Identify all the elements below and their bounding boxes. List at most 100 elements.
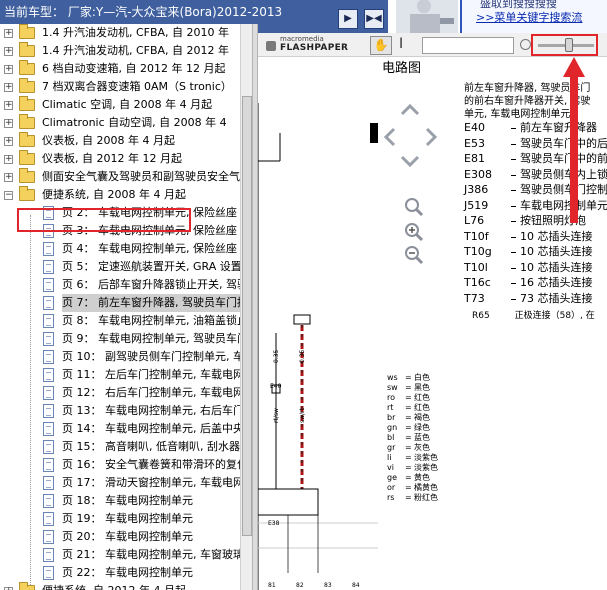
color-name: 蓝色 <box>414 433 430 442</box>
tree-page-item[interactable]: 页 22： 车载电网控制单元 <box>0 564 240 582</box>
tree-page-item[interactable]: 页 16： 安全气囊卷簧和带滑环的复位 <box>0 456 240 474</box>
tree-item-label: 页 6： 后部车窗升降器锁止开关, 驾驶 <box>62 278 240 291</box>
page-icon <box>43 242 54 256</box>
legend-desc: 10 芯插头连接 <box>511 260 593 274</box>
equals-sign: = <box>405 473 412 482</box>
tree-folder-item[interactable]: +1.4 升汽油发动机, CFBA, 自 2010 年 <box>0 24 240 42</box>
tree-item-label: 侧面安全气囊及驾驶员和副驾驶员安全气 <box>42 170 240 183</box>
zoom-out-icon[interactable] <box>520 39 531 50</box>
menu-keyword-search-link[interactable]: >>菜单关键字搜索流 <box>476 9 582 25</box>
zoom-fit-icon[interactable] <box>404 197 424 217</box>
expand-icon[interactable]: + <box>4 101 13 110</box>
tree-page-item[interactable]: 页 8： 车载电网控制单元, 油箱盖锁止 <box>0 312 240 330</box>
search-promo-panel: 盛取到搜搜搜搜 >>菜单关键字搜索流 <box>460 0 607 33</box>
tree-page-item[interactable]: 页 14： 车载电网控制单元, 后盖中央 <box>0 420 240 438</box>
tree-page-item[interactable]: 页 6： 后部车窗升降器锁止开关, 驾驶 <box>0 276 240 294</box>
tree-item-label: 便捷系统, 自 2008 年 4 月起 <box>42 188 186 201</box>
tree-item-label: 页 11： 左后车门控制单元, 车载电网 <box>62 368 240 381</box>
tree-item-label: 页 8： 车载电网控制单元, 油箱盖锁止 <box>62 314 240 327</box>
tree-folder-item[interactable]: + Climatic 空调, 自 2008 年 4 月起 <box>0 96 240 114</box>
tree-folder-item[interactable]: − 便捷系统, 自 2008 年 4 月起 <box>0 186 240 204</box>
tree-page-item[interactable]: 页 15： 高音喇叭, 低音喇叭, 刮水器 <box>0 438 240 456</box>
folder-icon <box>19 42 35 57</box>
expand-icon[interactable]: + <box>4 119 13 128</box>
tree-folder-item[interactable]: +1.4 升汽油发动机, CFBA, 自 2012 年 <box>0 42 240 60</box>
expand-icon[interactable]: + <box>4 137 13 146</box>
folder-icon <box>19 78 35 93</box>
wire-left-label: 0.35 <box>273 349 280 363</box>
page-number-input[interactable] <box>422 37 514 54</box>
split-view-button[interactable]: ▶◀ <box>364 9 384 29</box>
tree-page-item[interactable]: 页 17： 滑动天窗控制单元, 车载电网 <box>0 474 240 492</box>
tree-page-item[interactable]: 页 18： 车载电网控制单元 <box>0 492 240 510</box>
equals-sign: = <box>405 423 412 432</box>
tree-item-label: 6 档自动变速箱, 自 2012 年 12 月起 <box>42 62 226 75</box>
folder-icon <box>19 96 35 111</box>
legend-intro-line: 单元, 车载电网控制单元 <box>464 109 571 120</box>
expand-icon[interactable]: + <box>4 47 13 56</box>
pan-left-icon[interactable] <box>378 125 402 149</box>
expand-icon[interactable]: + <box>4 173 13 182</box>
text-select-icon[interactable]: I <box>399 36 403 52</box>
color-code: rs <box>387 493 395 502</box>
tree-page-item[interactable]: 页 4： 车载电网控制单元, 保险丝座 <box>0 240 240 258</box>
tree-page-item[interactable]: 页 9： 车载电网控制单元, 驾驶员车门 <box>0 330 240 348</box>
tree-page-item[interactable]: 页 13： 车载电网控制单元, 右后车门 <box>0 402 240 420</box>
tree-scrollbar[interactable] <box>240 24 252 590</box>
tree-folder-item[interactable]: +便捷系统, 自 2012 年 4 月起 <box>0 582 240 590</box>
tree-folder-item[interactable]: + 仪表板, 自 2012 年 12 月起 <box>0 150 240 168</box>
expand-icon[interactable]: + <box>4 65 13 74</box>
page-icon <box>43 278 54 292</box>
tree-page-item[interactable]: 页 10： 副驾驶员侧车门控制单元, 车 <box>0 348 240 366</box>
tree-page-item[interactable]: 页 12： 右后车门控制单元, 车载电网 <box>0 384 240 402</box>
legend-code: J386 <box>464 183 489 196</box>
pan-up-icon[interactable] <box>398 98 422 122</box>
expand-icon[interactable]: + <box>4 83 13 92</box>
equals-sign: = <box>405 483 412 492</box>
tree-folder-item[interactable]: +6 档自动变速箱, 自 2012 年 12 月起 <box>0 60 240 78</box>
zoom-out-magnifier-icon[interactable] <box>404 245 424 265</box>
tree-page-item[interactable]: 页 7： 前左车窗升降器, 驾驶员车门控 <box>0 294 240 312</box>
tree-folder-item[interactable]: + 仪表板, 自 2008 年 4 月起 <box>0 132 240 150</box>
tree-page-item[interactable]: 页 11： 左后车门控制单元, 车载电网 <box>0 366 240 384</box>
color-name: 褐色 <box>414 413 430 422</box>
bottom-label-2: 81 <box>268 582 276 589</box>
collapse-icon[interactable]: − <box>4 191 13 200</box>
pan-right-icon[interactable] <box>419 125 443 149</box>
expand-icon[interactable]: + <box>4 155 13 164</box>
legend-code: E308 <box>464 167 492 181</box>
folder-icon <box>19 150 35 165</box>
page-icon <box>43 530 54 544</box>
legend-desc: 驾驶员侧车门控制 <box>511 183 607 196</box>
legend-code: E40 <box>464 121 485 134</box>
tree-scroll-thumb[interactable] <box>242 96 252 536</box>
tree-page-item[interactable]: 页 19： 车载电网控制单元 <box>0 510 240 528</box>
play-forward-button[interactable]: ▶ <box>338 9 358 29</box>
page-icon <box>43 350 54 364</box>
logo-product: FLASHPAPER <box>280 43 349 53</box>
tree-folder-item[interactable]: +7 档双离合器变速箱 0AM（S tronic） <box>0 78 240 96</box>
tree-folder-item[interactable]: + Climatronic 自动空调, 自 2008 年 4 <box>0 114 240 132</box>
tree-folder-item[interactable]: + 侧面安全气囊及驾驶员和副驾驶员安全气 <box>0 168 240 186</box>
legend-intro-line: 前左车窗升降器, 驾驶员车门 <box>464 83 591 94</box>
pan-down-icon[interactable] <box>398 149 422 173</box>
wiring-schematic: 0.35 0.35 rt/sw sw/rt E40 E38 81 82 83 8… <box>258 103 378 590</box>
component-label: E40 <box>270 383 282 390</box>
page-icon <box>43 296 54 310</box>
tree-page-item[interactable]: 页 20： 车载电网控制单元 <box>0 528 240 546</box>
tree-page-item[interactable]: 页 5： 定速巡航装置开关, GRA 设置 <box>0 258 240 276</box>
bottom-label-3: 82 <box>296 582 304 589</box>
color-name: 橘黄色 <box>414 483 438 492</box>
color-name: 淡紫色 <box>414 453 438 462</box>
zoom-in-icon[interactable] <box>404 222 424 242</box>
expand-icon[interactable]: + <box>4 29 13 38</box>
legend-desc: 16 芯插头连接 <box>511 276 593 289</box>
legend-r65: R65 正极连接（58）, 在 <box>472 308 595 321</box>
hand-tool-icon[interactable]: ✋ <box>370 36 392 55</box>
equals-sign: = <box>405 493 412 502</box>
page-icon <box>43 512 54 526</box>
color-name: 白色 <box>414 373 430 382</box>
legend-desc: 驾驶员侧车内上锁 <box>511 167 607 181</box>
tree-page-item[interactable]: 页 21： 车载电网控制单元, 车窗玻璃 <box>0 546 240 564</box>
tree-item-label: 页 12： 右后车门控制单元, 车载电网 <box>62 386 240 399</box>
